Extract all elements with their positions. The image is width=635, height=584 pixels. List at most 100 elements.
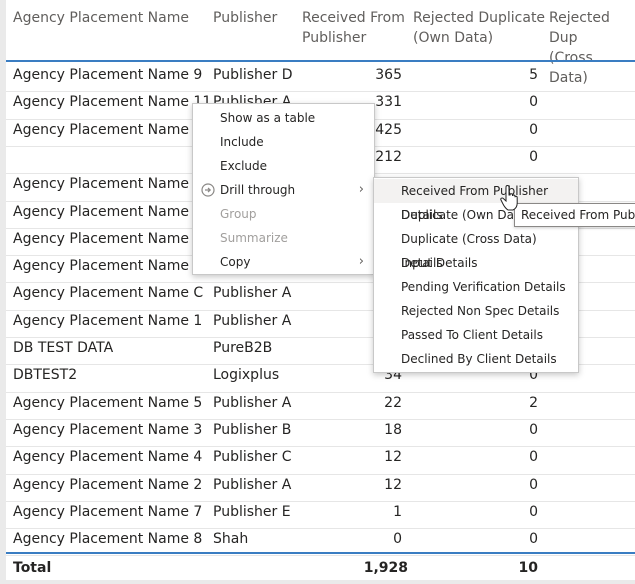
cell-agency-placement-name: Agency Placement Name D [13, 230, 205, 247]
row-separator [6, 555, 635, 557]
submenu-item-label: Passed To Client Details [401, 328, 543, 342]
menu-item-copy[interactable]: Copy › [193, 250, 374, 274]
cell-publisher: Publisher D [213, 67, 293, 83]
cell-dup-own: 0 [529, 476, 538, 493]
submenu-item-pending-verification-details[interactable]: Pending Verification Details [374, 275, 578, 299]
tooltip: Received From Publish [514, 203, 635, 227]
cell-agency-placement-name: Agency Placement Name 6 [13, 176, 203, 193]
menu-item-label: Include [220, 135, 264, 149]
cell-publisher: Logixplus [213, 367, 280, 384]
cell-dup-own: 0 [529, 531, 538, 548]
column-header-line1: Rejected Duplicate [413, 10, 546, 26]
cell-agency-placement-name: Agency Placement Name A [13, 203, 203, 220]
cell-received: 0 [393, 531, 402, 548]
submenu-item-label: Declined By Client Details [401, 352, 557, 366]
menu-item-summarize: Summarize [193, 226, 374, 250]
submenu-item-passed-to-client-details[interactable]: Passed To Client Details [374, 323, 578, 347]
cell-agency-placement-name: Agency Placement Name 9 [13, 67, 203, 83]
submenu-item-duplicate-cross-data-details[interactable]: Duplicate (Cross Data) Details [374, 227, 578, 270]
total-divider [6, 552, 635, 554]
row-separator [6, 473, 635, 475]
submenu-item-label: Rejected Non Spec Details [401, 304, 560, 318]
menu-item-label: Drill through [220, 183, 296, 197]
column-header-0[interactable]: Agency Placement Name [13, 8, 189, 28]
cell-received: 1 [393, 503, 402, 520]
cell-publisher: Shah [213, 531, 249, 548]
cell-agency-placement-name: Agency Placement Name 11 [13, 94, 212, 111]
row-separator [6, 91, 635, 93]
column-header-line1: Received From [302, 10, 405, 26]
column-header-line1: Publisher [213, 10, 278, 26]
cell-received: 12 [384, 476, 402, 493]
menu-item-label: Exclude [220, 159, 268, 173]
cell-received: 18 [384, 421, 402, 438]
cell-publisher: PureB2B [213, 340, 273, 356]
cell-received: 12 [384, 449, 402, 466]
menu-item-show-as-a-table[interactable]: Show as a table [193, 106, 374, 130]
submenu-item-received-from-publisher-details[interactable]: Received From Publisher Details [374, 179, 578, 222]
row-separator [6, 500, 635, 502]
cell-agency-placement-name: DBTEST2 [13, 367, 78, 384]
cell-publisher: Publisher C [213, 449, 292, 466]
menu-item-group: Group [193, 202, 374, 226]
submenu-item-input-details[interactable]: Input Details [374, 251, 578, 275]
cell-publisher: Publisher E [213, 503, 291, 520]
header-divider [6, 60, 635, 62]
cell-dup-own: 0 [529, 421, 538, 438]
submenu-item-label: Pending Verification Details [401, 280, 566, 294]
row-separator [6, 446, 635, 448]
cell-agency-placement-name: Agency Placement Name 2 [13, 476, 203, 493]
submenu-item-rejected-non-spec-details[interactable]: Rejected Non Spec Details [374, 299, 578, 323]
chevron-right-icon: › [358, 182, 364, 197]
cell-received: 365 [375, 67, 402, 83]
column-header-2[interactable]: Received From Publisher [302, 8, 405, 48]
menu-item-exclude[interactable]: Exclude [193, 154, 374, 178]
cell-publisher: Publisher A [213, 312, 292, 329]
cell-publisher: Publisher A [213, 394, 292, 411]
row-separator [6, 528, 635, 530]
cell-agency-placement-name: Agency Placement Name 3 [13, 421, 203, 438]
menu-item-label: Show as a table [220, 111, 316, 125]
cell-agency-placement-name: Agency Placement Name 5 [13, 394, 203, 411]
hand-cursor-icon [500, 185, 518, 211]
column-header-line1: Rejected Dup [549, 10, 610, 46]
cell-agency-placement-name: Agency Placement Name 1 [13, 121, 203, 138]
menu-item-include[interactable]: Include [193, 130, 374, 154]
column-header-line2: Publisher [302, 30, 367, 46]
cell-agency-placement-name: DB TEST DATA [13, 340, 114, 356]
total-dup-own: 10 [518, 560, 538, 576]
column-header-3[interactable]: Rejected Duplicate (Own Data) [413, 8, 545, 48]
drill-through-icon [201, 183, 215, 197]
cell-dup-own: 0 [529, 94, 538, 111]
column-header-line2: (Own Data) [413, 30, 494, 46]
total-received: 1,928 [363, 560, 408, 576]
cell-agency-placement-name: Agency Placement Name B [13, 258, 204, 275]
cell-agency-placement-name: Agency Placement Name 1 [13, 312, 203, 329]
cell-publisher: Publisher A [213, 285, 292, 302]
submenu-item-declined-by-client-details[interactable]: Declined By Client Details [374, 347, 578, 371]
column-header-4[interactable]: Rejected Dup (Cross Data) [549, 8, 635, 88]
cell-dup-own: 5 [529, 67, 538, 83]
submenu-item-label: Input Details [401, 256, 478, 270]
row-separator [6, 391, 635, 393]
menu-item-label: Group [220, 207, 257, 221]
menu-item-label: Copy [220, 255, 251, 269]
cell-dup-own: 0 [529, 449, 538, 466]
tooltip-text: Received From Publish [521, 208, 635, 222]
column-header-line1: Agency Placement Name [13, 10, 189, 26]
cell-agency-placement-name: Agency Placement Name 8 [13, 531, 203, 548]
menu-item-label: Summarize [220, 231, 288, 245]
cell-received: 22 [384, 394, 402, 411]
chevron-right-icon: › [358, 254, 364, 269]
menu-item-drill-through[interactable]: Drill through › [193, 178, 374, 202]
cell-dup-own: 2 [529, 394, 538, 411]
cell-publisher: Publisher B [213, 421, 292, 438]
cell-publisher: Publisher A [213, 476, 292, 493]
context-menu: Show as a table Include Exclude Drill throu… [192, 103, 375, 275]
column-header-1[interactable]: Publisher [213, 8, 277, 28]
row-separator [6, 418, 635, 420]
cell-dup-own: 0 [529, 503, 538, 520]
column-header-line2: (Cross Data) [549, 50, 593, 86]
cell-dup-own: 0 [529, 148, 538, 165]
cell-agency-placement-name: Agency Placement Name C [13, 285, 204, 302]
